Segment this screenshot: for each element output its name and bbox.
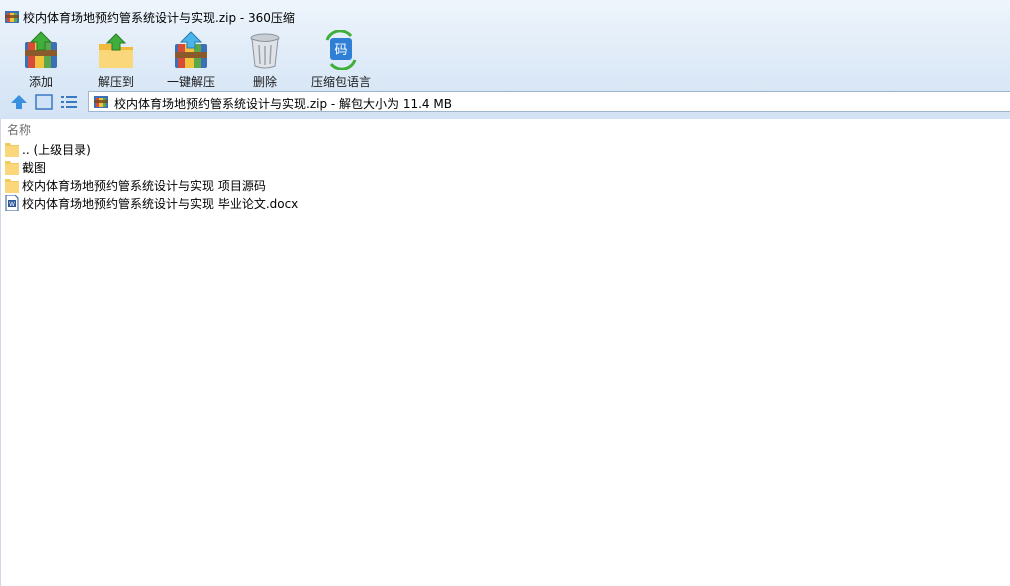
- svg-text:码: 码: [334, 43, 347, 58]
- file-list: 名称 .. (上级目录) 截图 校内体育场地预约管系统设计与实现 项目源码 W …: [0, 119, 1010, 586]
- archive-language-label: 压缩包语言: [310, 75, 371, 89]
- list-item[interactable]: .. (上级目录): [1, 140, 601, 158]
- add-archive-icon: [25, 31, 57, 68]
- title-bar: 校内体育场地预约管系统设计与实现.zip - 360压缩: [0, 0, 1010, 32]
- extract-to-label: 解压到: [97, 75, 134, 89]
- svg-text:W: W: [9, 201, 15, 208]
- archive-language-button[interactable]: 码 压缩包语言: [306, 30, 376, 89]
- folder-icon: [5, 161, 19, 175]
- window-title: 校内体育场地预约管系统设计与实现.zip - 360压缩: [23, 11, 295, 25]
- list-item-label: 校内体育场地预约管系统设计与实现 项目源码: [22, 179, 266, 193]
- column-name-header[interactable]: 名称: [7, 121, 31, 138]
- column-header: 名称: [1, 119, 1010, 138]
- list-item-label: 校内体育场地预约管系统设计与实现 毕业论文.docx: [22, 197, 299, 211]
- delete-button[interactable]: 删除: [245, 30, 285, 89]
- navigation-bar: 校内体育场地预约管系统设计与实现.zip - 解包大小为 11.4 MB: [0, 90, 1010, 116]
- thumbnail-view-icon[interactable]: [35, 94, 53, 110]
- list-item[interactable]: 截图: [1, 158, 601, 176]
- address-bar[interactable]: 校内体育场地预约管系统设计与实现.zip - 解包大小为 11.4 MB: [88, 91, 1010, 112]
- up-arrow-icon[interactable]: [10, 94, 28, 110]
- one-click-extract-icon: [175, 31, 207, 68]
- delete-label: 删除: [252, 75, 277, 89]
- app-window: 校内体育场地预约管系统设计与实现.zip - 360压缩 添加 解压到 一键解压…: [0, 0, 1010, 586]
- toolbar-region: 校内体育场地预约管系统设计与实现.zip - 360压缩 添加 解压到 一键解压…: [0, 0, 1010, 120]
- add-label: 添加: [28, 75, 53, 89]
- folder-icon: [5, 179, 19, 193]
- archive-file-icon: [94, 96, 108, 108]
- extract-to-button[interactable]: 解压到: [88, 30, 144, 89]
- list-item-label: .. (上级目录): [22, 143, 91, 157]
- list-item-label: 截图: [22, 161, 47, 175]
- main-toolbar: 添加 解压到 一键解压 删除 码 压缩包语言: [0, 30, 1010, 89]
- list-item[interactable]: W 校内体育场地预约管系统设计与实现 毕业论文.docx: [1, 194, 601, 212]
- list-item[interactable]: 校内体育场地预约管系统设计与实现 项目源码: [1, 176, 601, 194]
- list-view-icon[interactable]: [60, 94, 78, 110]
- archive-app-icon: [5, 11, 19, 23]
- extract-folder-icon: [99, 33, 133, 68]
- address-text: 校内体育场地预约管系统设计与实现.zip - 解包大小为 11.4 MB: [114, 97, 452, 111]
- encoding-icon: 码: [325, 30, 357, 70]
- one-click-extract-label: 一键解压: [166, 75, 215, 89]
- folder-icon: [5, 143, 19, 157]
- word-doc-icon: W: [5, 195, 19, 211]
- add-button[interactable]: 添加: [14, 30, 68, 89]
- one-click-extract-button[interactable]: 一键解压: [162, 30, 220, 89]
- trash-can-icon: [250, 33, 280, 69]
